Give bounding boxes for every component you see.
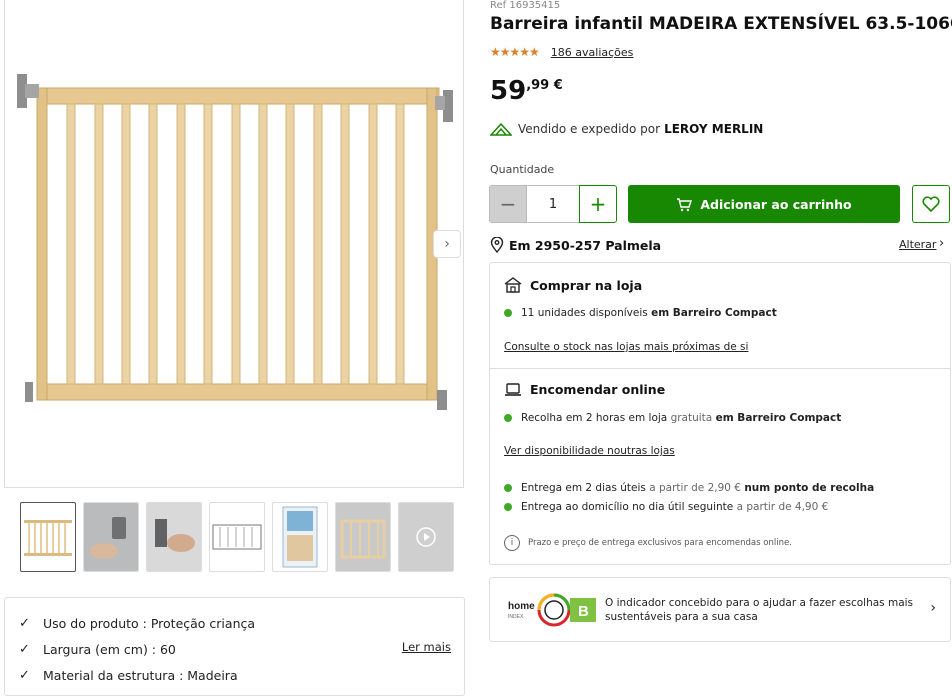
location-label: Em 2950-257 Palmela: [509, 237, 662, 253]
product-ref: Ref 16935415: [490, 0, 561, 11]
available-status-dot: [504, 309, 512, 317]
spec-item: ✓ Material da estrutura : Madeira: [19, 662, 450, 688]
chevron-right-icon[interactable]: ›: [939, 236, 944, 251]
product-specs: ✓ Uso do produto : Proteção criança ✓ Larg…: [4, 597, 465, 696]
delivery1-price: a partir de 2,90 €: [649, 482, 741, 494]
chevron-right-icon: ›: [444, 236, 450, 252]
play-icon: [416, 527, 436, 547]
chevron-right-icon: ›: [930, 600, 936, 616]
delivery1-place: num ponto de recolha: [744, 482, 875, 494]
thumbnail-video[interactable]: [398, 502, 454, 572]
spec-text: Largura (em cm) : 60: [43, 641, 176, 657]
spec-item: ✓ Largura (em cm) : 60: [19, 636, 450, 662]
home-index-brand: home: [508, 601, 535, 612]
available-status-dot: [504, 414, 512, 422]
thumbnail-3[interactable]: [146, 502, 202, 572]
spec-item: ✓ Uso do produto : Proteção criança: [19, 610, 450, 636]
quantity-label: Quantidade: [490, 163, 555, 176]
quantity-decrease-button[interactable]: −: [489, 185, 527, 223]
home-index-logo: home INDEX B: [508, 593, 596, 627]
availability-panel: Comprar na loja 11 unidades disponíveis …: [489, 262, 951, 565]
favorite-button[interactable]: [912, 185, 950, 223]
seller-prefix: Vendido e expedido por: [518, 122, 661, 136]
delivery-note: i Prazo e preço de entrega exclusivos pa…: [504, 535, 792, 551]
available-status-dot: [504, 503, 512, 511]
store-section-heading: Comprar na loja: [504, 277, 642, 293]
cart-icon: [677, 197, 693, 211]
quantity-input[interactable]: 1: [527, 185, 579, 223]
change-location-link[interactable]: Alterar: [899, 238, 936, 251]
quantity-increase-button[interactable]: +: [579, 185, 617, 223]
divider: [490, 368, 950, 369]
pickup-line: Recolha em 2 horas em loja gratuita em B…: [504, 412, 841, 424]
info-icon: i: [504, 535, 520, 551]
thumbnail-5[interactable]: [272, 502, 328, 572]
stock-store: em Barreiro Compact: [651, 307, 777, 319]
check-icon: ✓: [19, 641, 30, 657]
store-icon: [504, 277, 522, 293]
location-pin-icon: [490, 237, 504, 253]
delivery-note-text: Prazo e preço de entrega exclusivos para…: [528, 538, 792, 548]
check-icon: ✓: [19, 615, 30, 631]
thumbnail-strip: [20, 502, 454, 572]
thumbnail-2[interactable]: [83, 502, 139, 572]
heart-icon: [922, 196, 940, 212]
price: 59,99 €: [490, 76, 563, 106]
store-heading: Comprar na loja: [530, 277, 643, 293]
delivery-location: Em 2950-257 Palmela: [490, 237, 661, 253]
price-decimal: ,99 €: [526, 78, 563, 93]
seller-name: LEROY MERLIN: [664, 122, 764, 136]
online-section-heading: Encomendar online: [504, 382, 665, 397]
read-more-link[interactable]: Ler mais: [402, 640, 451, 654]
gallery-next-button[interactable]: ›: [433, 230, 461, 258]
product-image-gallery: ›: [4, 0, 464, 488]
product-title: Barreira infantil MADEIRA EXTENSÍVEL 63.…: [490, 14, 952, 34]
stock-text: 11 unidades disponíveis: [521, 307, 648, 319]
add-to-cart-label: Adicionar ao carrinho: [700, 196, 852, 212]
star-rating-icon: ★★★★★: [490, 45, 540, 59]
price-integer: 59: [490, 76, 527, 106]
thumbnail-4[interactable]: [209, 502, 265, 572]
seller-info: Vendido e expedido por LEROY MERLIN: [490, 122, 763, 136]
consult-stock-link[interactable]: Consulte o stock nas lojas mais próximas…: [504, 341, 748, 353]
delivery2-text: Entrega ao domicílio no dia útil seguint…: [521, 501, 734, 513]
add-to-cart-button[interactable]: Adicionar ao carrinho: [628, 185, 900, 223]
thumbnail-1[interactable]: [20, 502, 76, 572]
leroy-merlin-logo-icon: [490, 122, 512, 136]
spec-text: Uso do produto : Proteção criança: [43, 615, 256, 631]
laptop-icon: [505, 382, 521, 396]
spec-text: Material da estrutura : Madeira: [43, 667, 238, 683]
delivery-line-2: Entrega ao domicílio no dia útil seguint…: [504, 501, 828, 513]
available-status-dot: [504, 484, 512, 492]
pickup-free: gratuita: [670, 412, 713, 424]
check-icon: ✓: [19, 667, 30, 683]
delivery-line-1: Entrega em 2 dias úteis a partir de 2,90…: [504, 482, 874, 494]
delivery1-text: Entrega em 2 dias úteis: [521, 482, 646, 494]
product-image: [17, 74, 453, 410]
store-stock-line: 11 unidades disponíveis em Barreiro Comp…: [504, 307, 777, 319]
pickup-text: Recolha em 2 horas em loja: [521, 412, 668, 424]
home-index-banner[interactable]: home INDEX B O indicador concebido para …: [489, 577, 951, 642]
home-index-text: O indicador concebido para o ajudar a fa…: [605, 597, 914, 623]
quantity-stepper: − 1 +: [489, 185, 617, 223]
pickup-store: em Barreiro Compact: [715, 412, 842, 424]
home-index-brand-sub: INDEX: [508, 614, 524, 620]
home-index-grade: B: [578, 603, 589, 620]
reviews-link[interactable]: 186 avaliações: [551, 46, 634, 59]
rating: ★★★★★ 186 avaliações: [490, 45, 633, 59]
thumbnail-6[interactable]: [335, 502, 391, 572]
online-heading: Encomendar online: [530, 382, 666, 397]
other-stores-link[interactable]: Ver disponibilidade noutras lojas: [504, 445, 675, 457]
delivery2-price: a partir de 4,90 €: [736, 501, 829, 513]
